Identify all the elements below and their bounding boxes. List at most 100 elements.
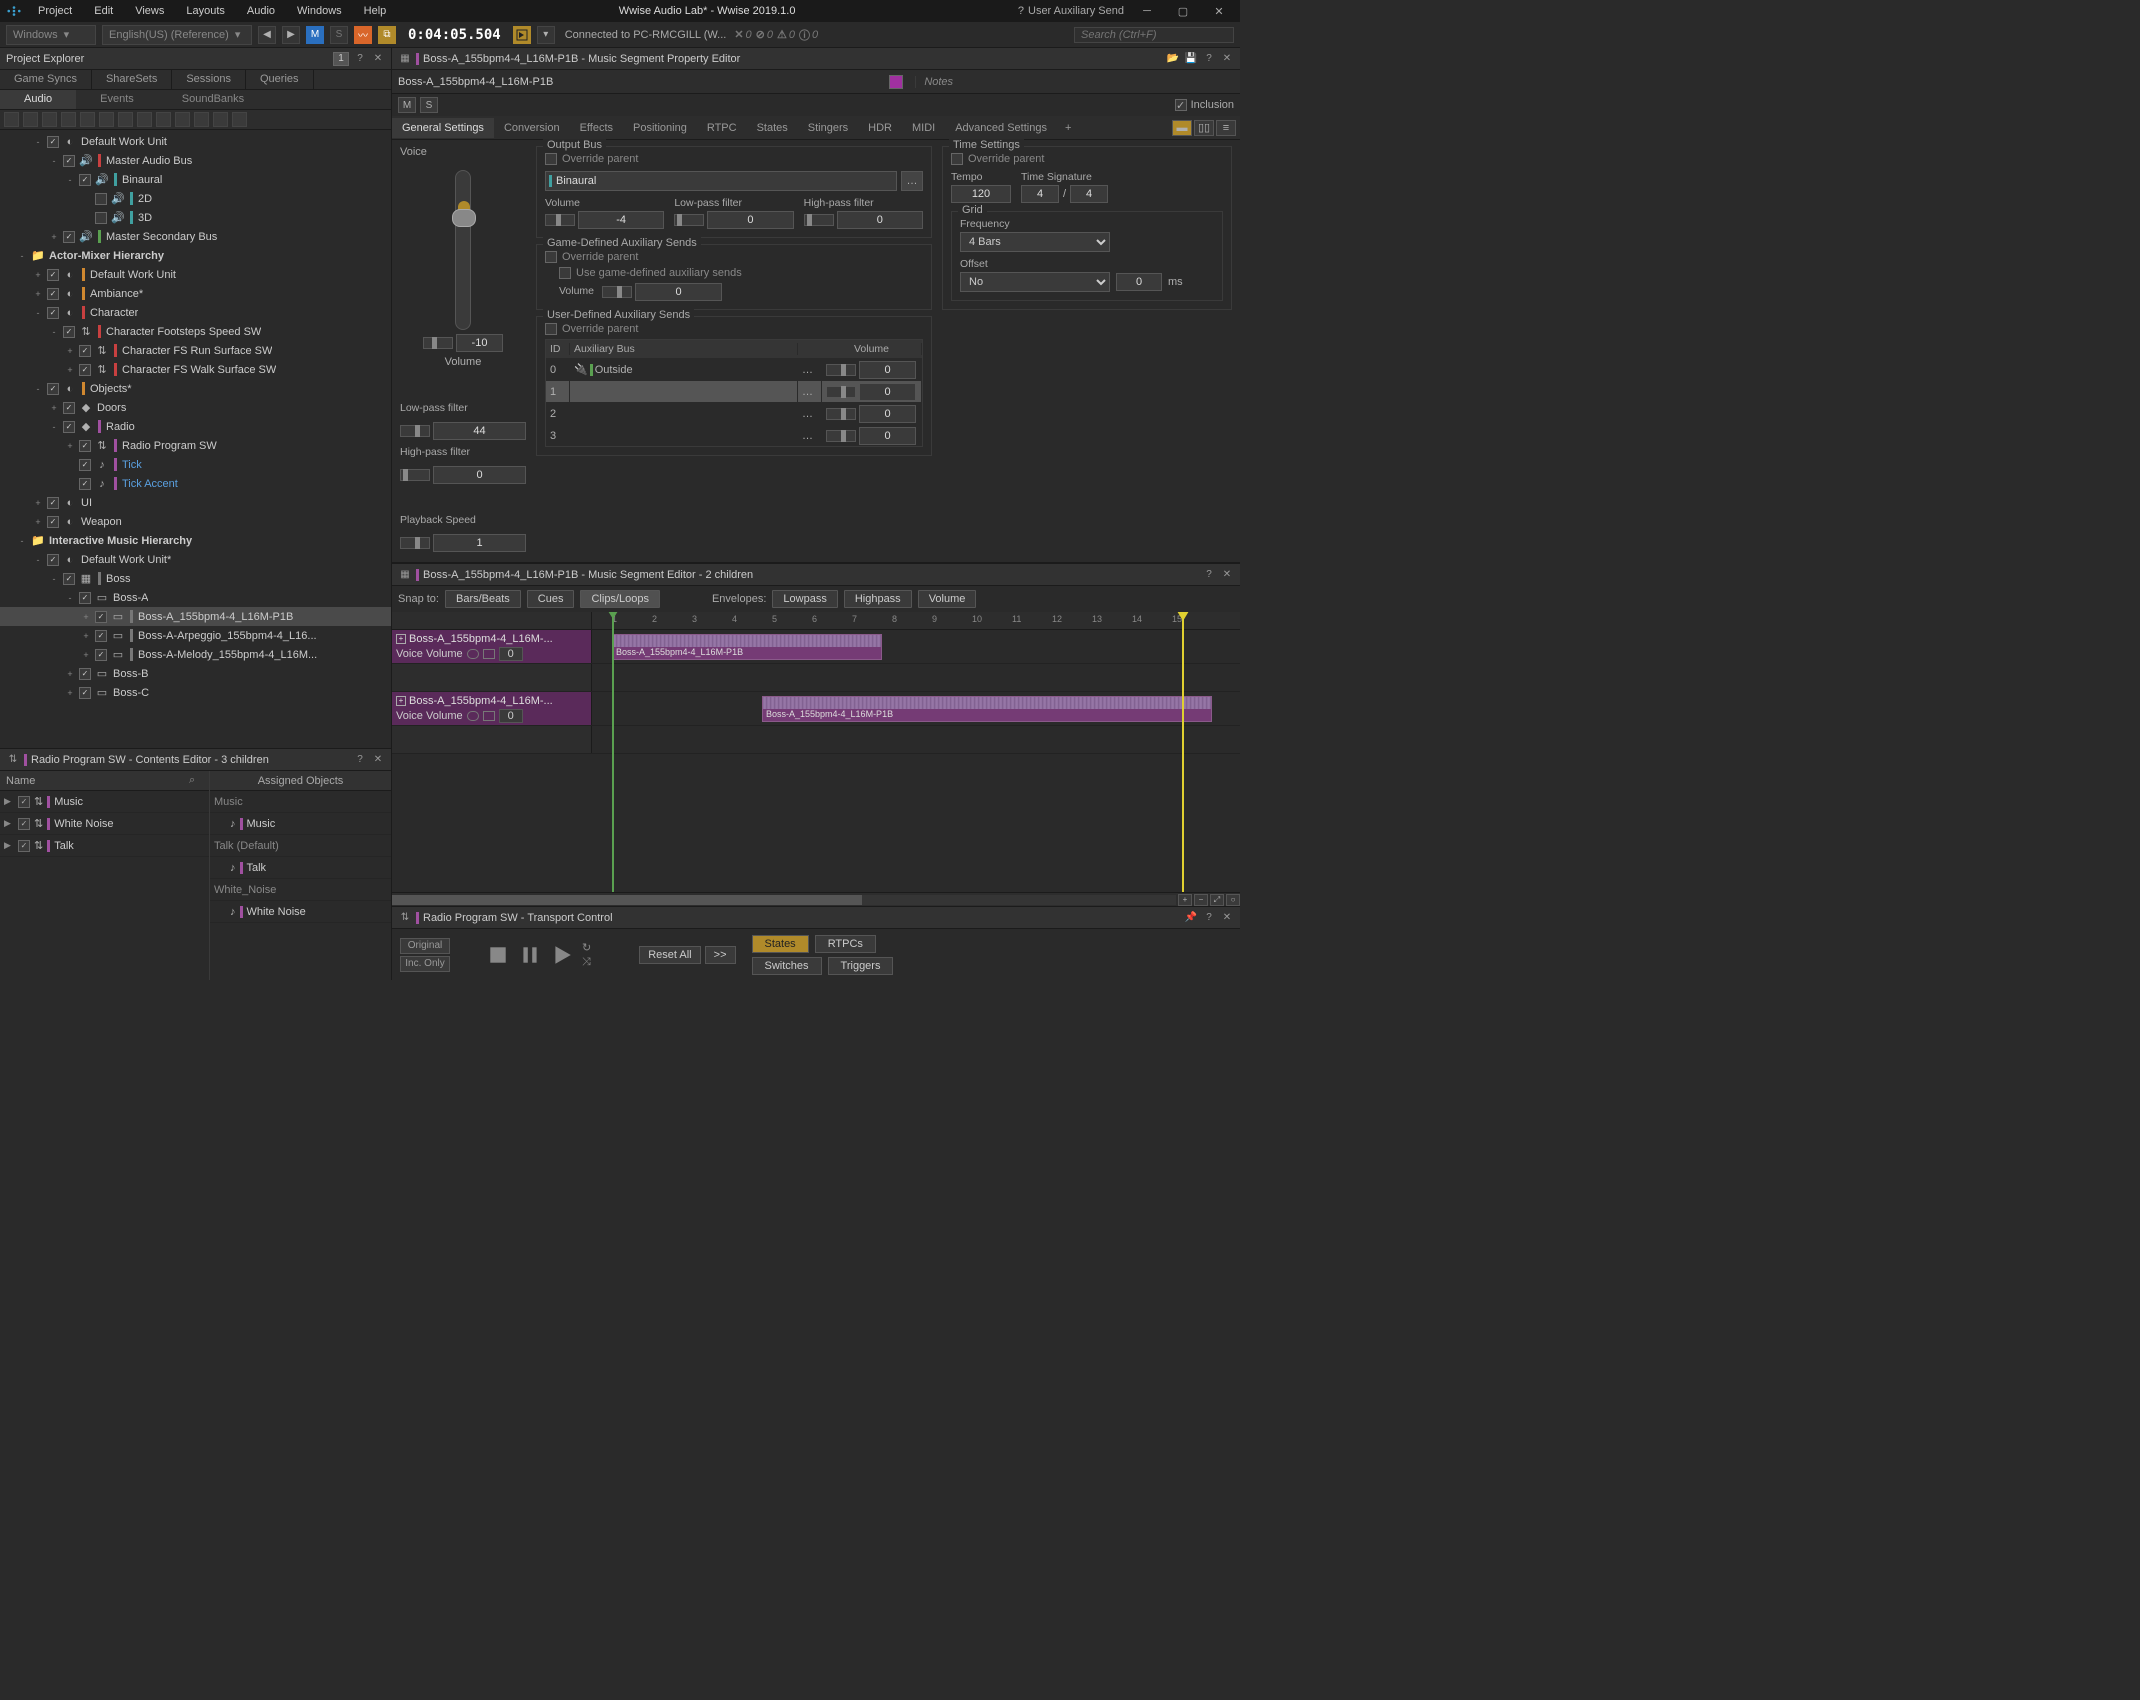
tree-row[interactable]: +✓⇅Character FS Walk Surface SW <box>0 360 391 379</box>
audio-clip[interactable]: Boss-A_155bpm4-4_L16M-P1B <box>612 634 882 660</box>
explorer-tool-icon[interactable] <box>194 112 209 127</box>
tree-row[interactable]: +✓▭Boss-B <box>0 664 391 683</box>
tool-dropdown[interactable]: ▾ <box>537 26 555 44</box>
tree-row[interactable]: 🔊2D <box>0 189 391 208</box>
tree-row[interactable]: -✓◐Character <box>0 303 391 322</box>
help-icon[interactable]: ? <box>1202 568 1216 582</box>
help-topic-link[interactable]: ? User Auxiliary Send <box>1018 5 1124 17</box>
checkbox[interactable]: ✓ <box>63 402 75 414</box>
help-icon[interactable]: ? <box>1202 911 1216 925</box>
more-button[interactable]: … <box>798 381 822 402</box>
tree-row[interactable]: -✓◐Default Work Unit* <box>0 550 391 569</box>
checkbox[interactable] <box>95 212 107 224</box>
tree-row[interactable]: -📁Interactive Music Hierarchy <box>0 531 391 550</box>
tempo-value[interactable]: 120 <box>951 185 1011 203</box>
subtab-audio[interactable]: Audio <box>0 90 76 109</box>
tab-hdr[interactable]: HDR <box>858 118 902 138</box>
explorer-tool-icon[interactable] <box>23 112 38 127</box>
tab-stingers[interactable]: Stingers <box>798 118 858 138</box>
grid-offset-mode[interactable]: No <box>960 272 1110 292</box>
states-button[interactable]: States <box>752 935 809 953</box>
explorer-tool-icon[interactable] <box>156 112 171 127</box>
platform-combo[interactable]: Windows▾ <box>6 25 96 45</box>
expand-icon[interactable]: ▶ <box>4 840 14 851</box>
random-icon[interactable]: ⤨ <box>582 956 591 969</box>
tool-profiler-icon[interactable]: 〰 <box>354 26 372 44</box>
expand-icon[interactable]: ▶ <box>4 818 14 829</box>
expand-toggle[interactable]: - <box>48 421 60 433</box>
tab-game-syncs[interactable]: Game Syncs <box>0 70 92 89</box>
voice-lpf-value[interactable]: 44 <box>433 422 526 440</box>
aux-row[interactable]: 3…0 <box>546 424 922 446</box>
solo-button[interactable]: S <box>420 97 438 113</box>
checkbox[interactable]: ✓ <box>79 478 91 490</box>
slider[interactable] <box>602 286 632 298</box>
tree-row[interactable]: -✓◐Default Work Unit <box>0 132 391 151</box>
checkbox[interactable]: ✓ <box>47 497 59 509</box>
slider[interactable] <box>545 214 575 226</box>
more-button[interactable]: … <box>901 171 923 191</box>
language-combo[interactable]: English(US) (Reference)▾ <box>102 25 252 45</box>
checkbox[interactable]: ✓ <box>18 818 30 830</box>
tree-row[interactable]: +✓▭Boss-A-Arpeggio_155bpm4-4_L16... <box>0 626 391 645</box>
expand-toggle[interactable] <box>64 459 76 471</box>
expand-toggle[interactable]: + <box>80 649 92 661</box>
voice-hpf-value[interactable]: 0 <box>433 466 526 484</box>
tree-row[interactable]: -✓◐Objects* <box>0 379 391 398</box>
expand-toggle[interactable]: + <box>32 269 44 281</box>
checkbox[interactable]: ✓ <box>63 573 75 585</box>
checkbox[interactable]: ✓ <box>79 459 91 471</box>
checkbox[interactable]: ✓ <box>79 174 91 186</box>
explorer-tool-icon[interactable] <box>213 112 228 127</box>
hierarchy-tree[interactable]: -✓◐Default Work Unit-✓🔊Master Audio Bus-… <box>0 130 391 748</box>
zoom-reset-icon[interactable]: ○ <box>1226 894 1240 906</box>
tab-advanced-settings[interactable]: Advanced Settings <box>945 118 1057 138</box>
expand-toggle[interactable]: - <box>48 155 60 167</box>
play-button[interactable] <box>550 943 574 967</box>
tab-positioning[interactable]: Positioning <box>623 118 697 138</box>
zoom-in-icon[interactable]: + <box>1178 894 1192 906</box>
tree-row[interactable]: -✓🔊Binaural <box>0 170 391 189</box>
checkbox[interactable]: ✓ <box>79 440 91 452</box>
view-single-icon[interactable]: ▬ <box>1172 120 1192 136</box>
expand-toggle[interactable]: + <box>48 231 60 243</box>
checkbox[interactable]: ✓ <box>95 649 107 661</box>
close-icon[interactable]: ✕ <box>371 753 385 767</box>
expand-toggle[interactable] <box>80 193 92 205</box>
tree-row[interactable]: +✓⇅Radio Program SW <box>0 436 391 455</box>
track-header[interactable]: +Boss-A_155bpm4-4_L16M-...Voice Volume0 <box>392 630 592 663</box>
checkbox[interactable]: ✓ <box>63 326 75 338</box>
switches-button[interactable]: Switches <box>752 957 822 975</box>
remote-icon[interactable] <box>513 26 531 44</box>
time-sig-num[interactable]: 4 <box>1021 185 1059 203</box>
search-icon[interactable]: ⌕ <box>189 774 203 788</box>
game-aux-volume-value[interactable]: 0 <box>635 283 722 301</box>
env-lowpass[interactable]: Lowpass <box>772 590 837 608</box>
expand-toggle[interactable]: + <box>32 516 44 528</box>
tree-row[interactable]: -✓▦Boss <box>0 569 391 588</box>
aux-row[interactable]: 0🔌Outside…0 <box>546 358 922 380</box>
override-parent-checkbox[interactable]: Override parent <box>545 251 923 263</box>
tree-row[interactable]: +✓◐Ambiance* <box>0 284 391 303</box>
slider[interactable] <box>400 425 430 437</box>
color-swatch[interactable] <box>889 75 903 89</box>
tab-sessions[interactable]: Sessions <box>172 70 246 89</box>
checkbox[interactable]: ✓ <box>95 611 107 623</box>
skip-button[interactable]: >> <box>705 946 736 964</box>
checkbox[interactable]: ✓ <box>79 364 91 376</box>
expand-toggle[interactable]: + <box>32 497 44 509</box>
timeline[interactable]: 123456789101112131415 +Boss-A_155bpm4-4_… <box>392 612 1240 892</box>
menu-views[interactable]: Views <box>125 3 174 19</box>
expand-toggle[interactable]: + <box>64 440 76 452</box>
view-list-icon[interactable]: ≡ <box>1216 120 1236 136</box>
expand-toggle[interactable]: - <box>16 535 28 547</box>
grid-freq-select[interactable]: 4 Bars <box>960 232 1110 252</box>
tab-states[interactable]: States <box>747 118 798 138</box>
zoom-fit-icon[interactable]: ⤢ <box>1210 894 1224 906</box>
tree-row[interactable]: +✓🔊Master Secondary Bus <box>0 227 391 246</box>
bus-volume-value[interactable]: -4 <box>578 211 664 229</box>
checkbox[interactable]: ✓ <box>18 796 30 808</box>
playback-speed-value[interactable]: 1 <box>433 534 526 552</box>
menu-windows[interactable]: Windows <box>287 3 352 19</box>
checkbox[interactable]: ✓ <box>79 668 91 680</box>
